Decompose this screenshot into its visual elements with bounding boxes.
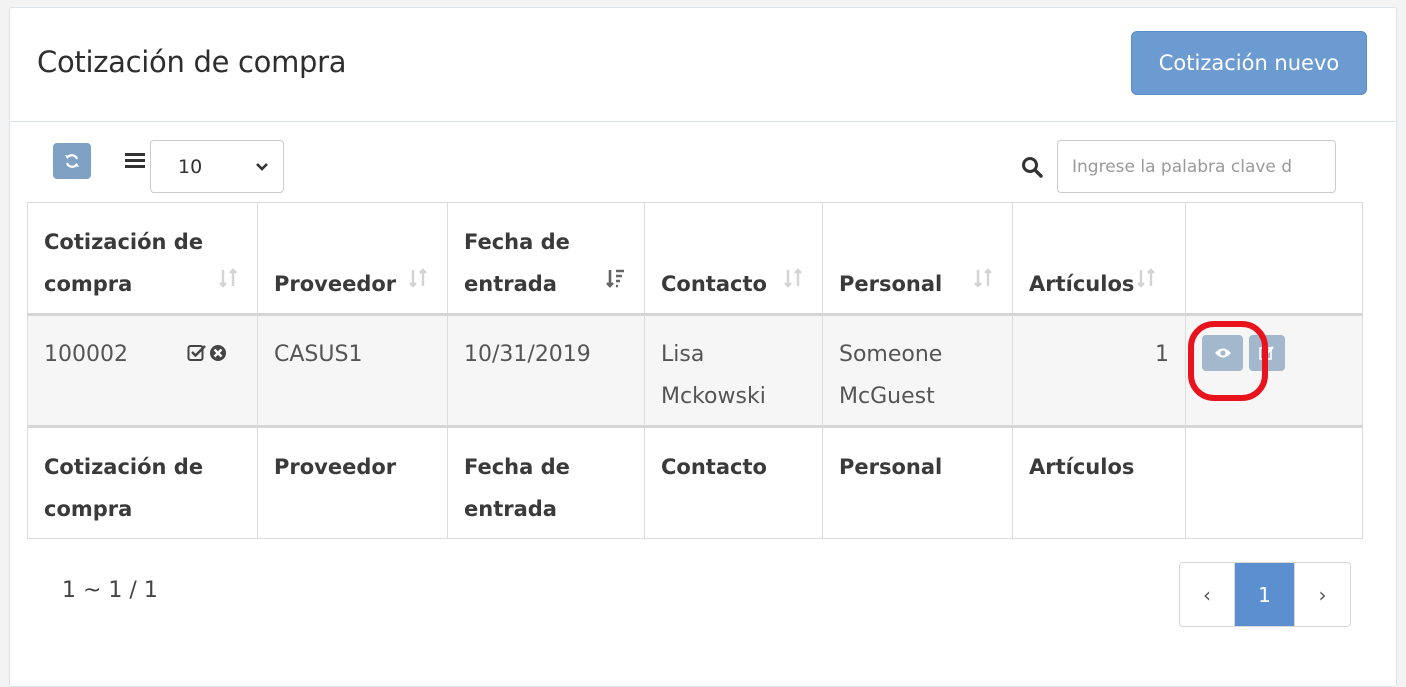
col-header-personal[interactable]: Personal xyxy=(822,202,1013,316)
cell-articulos: 1 xyxy=(1012,314,1186,427)
footer-proveedor: Proveedor xyxy=(257,425,448,539)
sort-icon xyxy=(219,268,237,288)
col-header-contacto[interactable]: Contacto xyxy=(644,202,823,316)
prev-page-button[interactable]: ‹ xyxy=(1180,563,1235,626)
next-page-button[interactable]: › xyxy=(1295,563,1350,626)
search-icon xyxy=(1022,157,1043,178)
new-quote-button[interactable]: Cotización nuevo xyxy=(1131,31,1367,95)
remove-circle-icon[interactable] xyxy=(209,344,227,362)
cell-fecha: 10/31/2019 xyxy=(447,314,645,427)
table-row[interactable]: 100002 CASUS1 10/31/2019 Lisa Mckowski S… xyxy=(27,314,1363,427)
header-row: Cotización de compra Proveedor Fecha de … xyxy=(27,202,1363,316)
col-header-proveedor[interactable]: Proveedor xyxy=(257,202,448,316)
sort-icon xyxy=(974,268,992,288)
page-size-select[interactable]: 10 xyxy=(150,140,284,193)
cell-contacto: Lisa Mckowski xyxy=(644,314,823,427)
pagination: ‹ 1 › xyxy=(1179,562,1351,627)
list-icon xyxy=(125,153,145,169)
col-header-articulos[interactable]: Artículos xyxy=(1012,202,1186,316)
table-toolbar: 10 xyxy=(0,140,1406,200)
highlight-ring xyxy=(1188,321,1268,401)
page-size-value: 10 xyxy=(178,155,203,178)
footer-personal: Personal xyxy=(822,425,1013,539)
sort-desc-icon xyxy=(606,269,624,288)
chevron-down-icon xyxy=(256,162,268,171)
footer-quote: Cotización de compra xyxy=(27,425,258,539)
page-1-button[interactable]: 1 xyxy=(1235,563,1295,626)
cell-proveedor: CASUS1 xyxy=(257,314,448,427)
col-header-quote[interactable]: Cotización de compra xyxy=(27,202,258,316)
sort-icon xyxy=(409,268,427,288)
sort-icon xyxy=(1137,268,1155,288)
footer-articulos: Artículos xyxy=(1012,425,1186,539)
checkbox-checked-icon[interactable] xyxy=(187,344,207,362)
footer-row: Cotización de compra Proveedor Fecha de … xyxy=(27,425,1363,539)
refresh-icon xyxy=(65,154,79,168)
search-input[interactable] xyxy=(1057,140,1336,193)
cell-quote-id[interactable]: 100002 xyxy=(27,314,258,427)
page-title: Cotización de compra xyxy=(37,45,347,79)
footer-actions xyxy=(1185,425,1363,539)
refresh-button[interactable] xyxy=(53,143,91,179)
quote-table: Cotización de compra Proveedor Fecha de … xyxy=(27,202,1363,539)
footer-fecha: Fecha de entrada xyxy=(447,425,645,539)
sort-icon xyxy=(784,268,802,288)
col-header-actions xyxy=(1185,202,1363,316)
footer-contacto: Contacto xyxy=(644,425,823,539)
col-header-fecha[interactable]: Fecha de entrada xyxy=(447,202,645,316)
pagination-summary: 1 ~ 1 / 1 xyxy=(62,578,158,603)
cell-personal: Someone McGuest xyxy=(822,314,1013,427)
panel-header: Cotización de compra Cotización nuevo xyxy=(10,8,1396,122)
row-status-icons xyxy=(187,344,227,362)
